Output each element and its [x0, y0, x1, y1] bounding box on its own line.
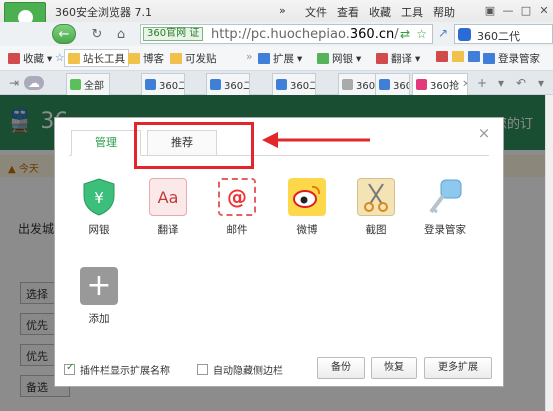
- tab-360-grab-active[interactable]: 360抢✕: [412, 73, 468, 95]
- bookmark-kefa[interactable]: 可发贴: [170, 51, 217, 66]
- ext-label-screenshot: 截图: [365, 224, 387, 236]
- tab-manage[interactable]: 管理: [71, 130, 141, 156]
- ext-screenshot-icon[interactable]: [468, 51, 480, 62]
- title-bar: 360安全浏览器 7.1 » 文件 查看 收藏 工具 帮助 ▣ — □ ✕: [0, 0, 553, 42]
- checkbox-empty-icon[interactable]: [197, 364, 208, 375]
- back-button[interactable]: ←: [52, 24, 76, 44]
- skin-icon[interactable]: ▣: [481, 0, 499, 20]
- ext-mail-icon[interactable]: [436, 51, 448, 62]
- dialog-footer: 插件栏显示扩展名称 自动隐藏侧边栏 备份 恢复 更多扩展: [55, 350, 505, 388]
- plus-icon: +: [80, 267, 118, 305]
- ext-item-mail[interactable]: @ 邮件: [207, 178, 267, 237]
- ext-label-login: 登录管家: [424, 224, 466, 236]
- svg-text:¥: ¥: [94, 189, 104, 207]
- search-box[interactable]: 360二代: [454, 24, 553, 44]
- close-window-icon[interactable]: ✕: [535, 0, 553, 20]
- restore-button[interactable]: 恢复: [371, 357, 417, 379]
- tab-bar: ⇥ ☁ 全部 360二 360二 360二 360二 360抢 360抢✕ + …: [0, 71, 553, 95]
- key-icon: [426, 178, 464, 216]
- annotation-highlight-box: [134, 122, 254, 169]
- compat-mode-icon[interactable]: ⇄: [400, 27, 410, 41]
- cloud-icon[interactable]: ☁: [24, 76, 44, 90]
- window-controls: ▣ — □ ✕: [481, 0, 553, 22]
- address-bar[interactable]: 360官网 证 http://pc.huochepiao.360.cn/ ⇄ ☆: [140, 24, 433, 44]
- tab-360-2b[interactable]: 360二: [206, 73, 250, 95]
- add-favorite-icon[interactable]: ☆: [55, 52, 64, 64]
- ext-login-button[interactable]: 登录管家: [483, 51, 540, 66]
- tab-360-grab[interactable]: 360抢: [375, 73, 410, 95]
- bookmarks-bar: 收藏 ▾ ☆ 站长工具 博客 可发贴 » 扩展 ▾ 网银 ▾ 翻译 ▾ 登录管家: [0, 46, 553, 71]
- tab-all[interactable]: 全部: [66, 73, 110, 95]
- new-tab-icon[interactable]: +: [474, 76, 490, 90]
- menu-file[interactable]: 文件: [305, 4, 327, 20]
- backup-button[interactable]: 备份: [317, 357, 365, 379]
- menu-toggle-icon[interactable]: »: [279, 4, 286, 17]
- menu-view[interactable]: 查看: [337, 4, 359, 20]
- menu-favorites[interactable]: 收藏: [369, 4, 391, 20]
- mail-at-icon: @: [218, 178, 256, 216]
- close-tab-icon[interactable]: ✕: [462, 79, 467, 90]
- weibo-icon: [288, 178, 326, 216]
- extension-dialog: × 管理 推荐 ¥ 网银 Aa 翻译 @ 邮件 微博 截图 登录管家 + 添加 …: [54, 117, 504, 387]
- checkbox-checked-icon[interactable]: [64, 362, 75, 375]
- toolbar-overflow-icon[interactable]: »: [246, 51, 252, 63]
- menu-tools[interactable]: 工具: [401, 4, 423, 20]
- favorites-button[interactable]: 收藏 ▾: [8, 51, 52, 66]
- undo-close-icon[interactable]: ↶: [513, 76, 529, 90]
- bookmark-station-tools[interactable]: 站长工具: [64, 49, 129, 67]
- menu-help[interactable]: 帮助: [433, 4, 455, 20]
- tab-list-icon[interactable]: ▾: [493, 76, 509, 90]
- refresh-icon[interactable]: ↻: [86, 24, 108, 44]
- navigation-bar: ← ↻ ⌂ 360官网 证 http://pc.huochepiao.360.c…: [0, 22, 553, 46]
- tab-360-2c[interactable]: 360二: [272, 73, 316, 95]
- ext-item-login[interactable]: 登录管家: [415, 178, 475, 237]
- ext-label-add: 添加: [88, 313, 110, 325]
- tab-menu-icon[interactable]: ▾: [533, 76, 549, 90]
- ext-label-mail: 邮件: [226, 224, 248, 236]
- baidu-paw-icon: [458, 28, 471, 41]
- ext-item-screenshot[interactable]: 截图: [346, 178, 406, 237]
- app-title: 360安全浏览器 7.1: [55, 6, 152, 19]
- favorite-star-icon[interactable]: ☆: [416, 27, 427, 41]
- ext-item-weibo[interactable]: 微博: [277, 178, 337, 237]
- ext-item-bank[interactable]: ¥ 网银: [69, 178, 129, 237]
- minimize-icon[interactable]: —: [499, 0, 517, 20]
- page-scrollbar[interactable]: [545, 95, 553, 411]
- show-names-checkbox[interactable]: 插件栏显示扩展名称: [64, 362, 170, 377]
- address-url: http://pc.huochepiao.360.cn/: [211, 27, 399, 42]
- ext-label-bank: 网银: [88, 224, 110, 236]
- bank-shield-icon: ¥: [80, 178, 118, 216]
- ext-label-translate: 翻译: [157, 224, 179, 236]
- scissors-icon: [357, 178, 395, 216]
- share-icon[interactable]: ↗: [438, 26, 448, 40]
- ext-bank-button[interactable]: 网银 ▾: [317, 51, 361, 66]
- more-extensions-button[interactable]: 更多扩展: [424, 357, 492, 379]
- home-icon[interactable]: ⌂: [110, 24, 132, 44]
- ext-item-translate[interactable]: Aa 翻译: [138, 178, 198, 237]
- ext-menu-button[interactable]: 扩展 ▾: [258, 51, 302, 66]
- auto-hide-checkbox[interactable]: 自动隐藏侧边栏: [197, 362, 283, 377]
- maximize-icon[interactable]: □: [517, 0, 535, 20]
- official-site-badge: 360官网 证: [143, 27, 204, 41]
- ext-item-add[interactable]: + 添加: [69, 267, 129, 326]
- translate-icon: Aa: [149, 178, 187, 216]
- ext-label-weibo: 微博: [296, 224, 318, 236]
- search-input[interactable]: 360二代: [477, 28, 520, 44]
- sidebar-toggle-icon[interactable]: ⇥: [6, 76, 22, 90]
- bookmark-blog[interactable]: 博客: [128, 51, 164, 66]
- ext-translate-button[interactable]: 翻译 ▾: [376, 51, 420, 66]
- annotation-arrow-icon: [262, 132, 370, 148]
- ext-weibo-icon[interactable]: [452, 51, 464, 62]
- tab-360-2a[interactable]: 360二: [141, 73, 185, 95]
